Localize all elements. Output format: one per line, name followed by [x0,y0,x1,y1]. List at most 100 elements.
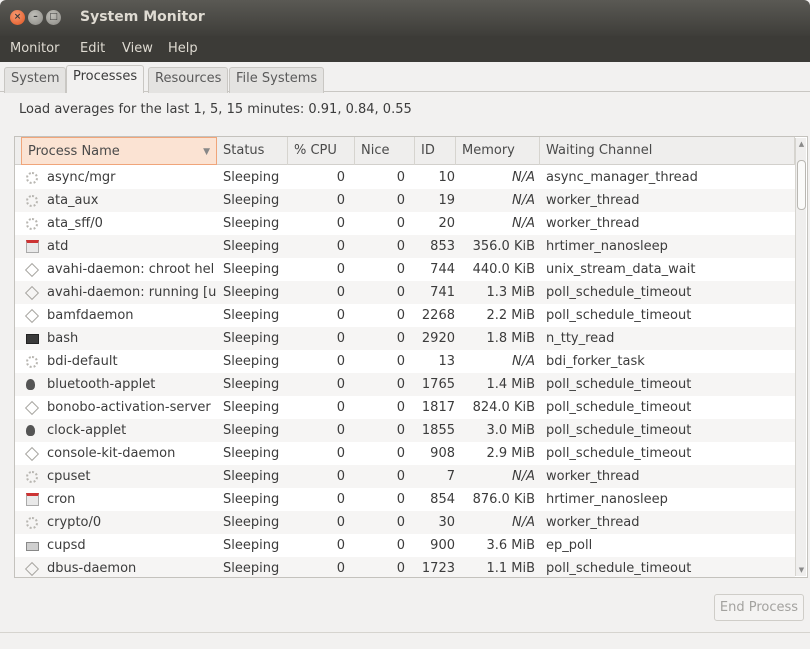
diamond-icon [24,262,40,278]
memory-cell: 2.2 MiB [486,308,535,323]
id-cell: 19 [438,193,455,208]
nice-cell: 0 [396,377,405,392]
gear-icon [26,356,38,368]
process-name-cell: async/mgr [47,170,116,185]
nice-cell: 0 [396,400,405,415]
table-row[interactable]: cupsd Sleeping 0 0 900 3.6 MiB ep_poll [15,534,795,557]
waiting-channel-cell: ep_poll [546,538,593,553]
cpu-cell: 0 [336,492,345,507]
process-name-cell: crypto/0 [47,515,102,530]
table-row[interactable]: bluetooth-applet Sleeping 0 0 1765 1.4 MiB pol… [15,373,795,396]
process-name-cell: cupsd [47,538,86,553]
scrollbar-thumb[interactable] [797,160,806,210]
id-cell: 854 [430,492,455,507]
waiting-channel-cell: poll_schedule_timeout [546,308,692,323]
cpu-cell: 0 [336,193,345,208]
process-name-cell: atd [47,239,69,254]
id-cell: 1855 [421,423,455,438]
table-row[interactable]: cron Sleeping 0 0 854 876.0 KiB hrtimer_nanosl… [15,488,795,511]
tab-strip: System Processes Resources File Systems [0,62,810,93]
process-table[interactable]: Process Name ▼ Status % CPU Nice ID Memo… [14,136,808,578]
status-cell: Sleeping [223,354,280,369]
memory-cell: 2.9 MiB [486,446,535,461]
calendar-icon [26,240,39,253]
menu-help[interactable]: Help [168,41,198,56]
process-name-cell: ata_sff/0 [47,216,103,231]
status-cell: Sleeping [223,492,280,507]
column-header-nice[interactable]: Nice [355,137,415,165]
end-process-button[interactable]: End Process [714,594,804,621]
waiting-channel-cell: n_tty_read [546,331,615,346]
process-name-cell: dbus-daemon [47,561,137,576]
minimize-icon[interactable]: – [28,10,43,25]
table-row[interactable]: bash Sleeping 0 0 2920 1.8 MiB n_tty_read [15,327,795,350]
cpu-cell: 0 [336,561,345,576]
maximize-icon[interactable]: □ [46,10,61,25]
status-cell: Sleeping [223,561,280,576]
nice-cell: 0 [396,469,405,484]
tab-file-systems[interactable]: File Systems [229,67,325,93]
id-cell: 2920 [421,331,455,346]
tab-processes[interactable]: Processes [66,65,145,93]
column-header-cpu[interactable]: % CPU [288,137,355,165]
nice-cell: 0 [396,538,405,553]
nice-cell: 0 [396,239,405,254]
waiting-channel-cell: unix_stream_data_wait [546,262,696,277]
table-row[interactable]: bdi-default Sleeping 0 0 13 N/A bdi_forker_tas… [15,350,795,373]
table-row[interactable]: avahi-daemon: running [u Sleeping 0 0 741 1.3… [15,281,795,304]
table-row[interactable]: ata_sff/0 Sleeping 0 0 20 N/A worker_thread [15,212,795,235]
id-cell: 908 [430,446,455,461]
table-row[interactable]: ata_aux Sleeping 0 0 19 N/A worker_thread [15,189,795,212]
table-row[interactable]: dbus-daemon Sleeping 0 0 1723 1.1 MiB poll_sch… [15,557,795,577]
calendar-icon [26,493,39,506]
waiting-channel-cell: poll_schedule_timeout [546,561,692,576]
tab-resources[interactable]: Resources [148,67,229,93]
table-row[interactable]: avahi-daemon: chroot hel Sleeping 0 0 744 440… [15,258,795,281]
status-cell: Sleeping [223,515,280,530]
status-cell: Sleeping [223,400,280,415]
memory-cell: 440.0 KiB [472,262,535,277]
menu-monitor[interactable]: Monitor [10,41,59,56]
column-header-memory[interactable]: Memory [456,137,540,165]
table-row[interactable]: clock-applet Sleeping 0 0 1855 3.0 MiB poll_sc… [15,419,795,442]
waiting-channel-cell: poll_schedule_timeout [546,423,692,438]
nice-cell: 0 [396,515,405,530]
memory-cell: N/A [512,469,535,484]
waiting-channel-cell: poll_schedule_timeout [546,400,692,415]
memory-cell: N/A [512,193,535,208]
cpu-cell: 0 [336,331,345,346]
nice-cell: 0 [396,308,405,323]
status-cell: Sleeping [223,469,280,484]
table-row[interactable]: bamfdaemon Sleeping 0 0 2268 2.2 MiB poll_sche… [15,304,795,327]
menu-edit[interactable]: Edit [80,41,105,56]
table-row[interactable]: async/mgr Sleeping 0 0 10 N/A async_manager_th… [15,166,795,189]
close-icon[interactable]: × [10,10,25,25]
column-header-process-name[interactable]: Process Name ▼ [21,137,217,165]
cpu-cell: 0 [336,515,345,530]
table-row[interactable]: crypto/0 Sleeping 0 0 30 N/A worker_thread [15,511,795,534]
scroll-down-icon[interactable]: ▼ [797,565,806,575]
column-header-status[interactable]: Status [217,137,288,165]
memory-cell: 876.0 KiB [472,492,535,507]
id-cell: 10 [438,170,455,185]
status-cell: Sleeping [223,193,280,208]
title-bar: × – □ System Monitor [0,0,810,36]
cpu-cell: 0 [336,469,345,484]
column-header-id[interactable]: ID [415,137,456,165]
nice-cell: 0 [396,354,405,369]
table-row[interactable]: console-kit-daemon Sleeping 0 0 908 2.9 MiB po… [15,442,795,465]
scroll-up-icon[interactable]: ▲ [797,139,806,149]
vertical-scrollbar[interactable]: ▲ ▼ [795,138,806,576]
table-header: Process Name ▼ Status % CPU Nice ID Memo… [15,137,795,165]
table-row[interactable]: atd Sleeping 0 0 853 356.0 KiB hrtimer_nanosle… [15,235,795,258]
cpu-cell: 0 [336,446,345,461]
process-name-cell: cpuset [47,469,91,484]
tab-system[interactable]: System [4,67,67,93]
column-header-waiting-channel[interactable]: Waiting Channel [540,137,795,165]
table-row[interactable]: bonobo-activation-server Sleeping 0 0 1817 82… [15,396,795,419]
status-cell: Sleeping [223,423,280,438]
memory-cell: 1.3 MiB [486,285,535,300]
diamond-icon [24,285,40,301]
menu-view[interactable]: View [122,41,153,56]
table-row[interactable]: cpuset Sleeping 0 0 7 N/A worker_thread [15,465,795,488]
